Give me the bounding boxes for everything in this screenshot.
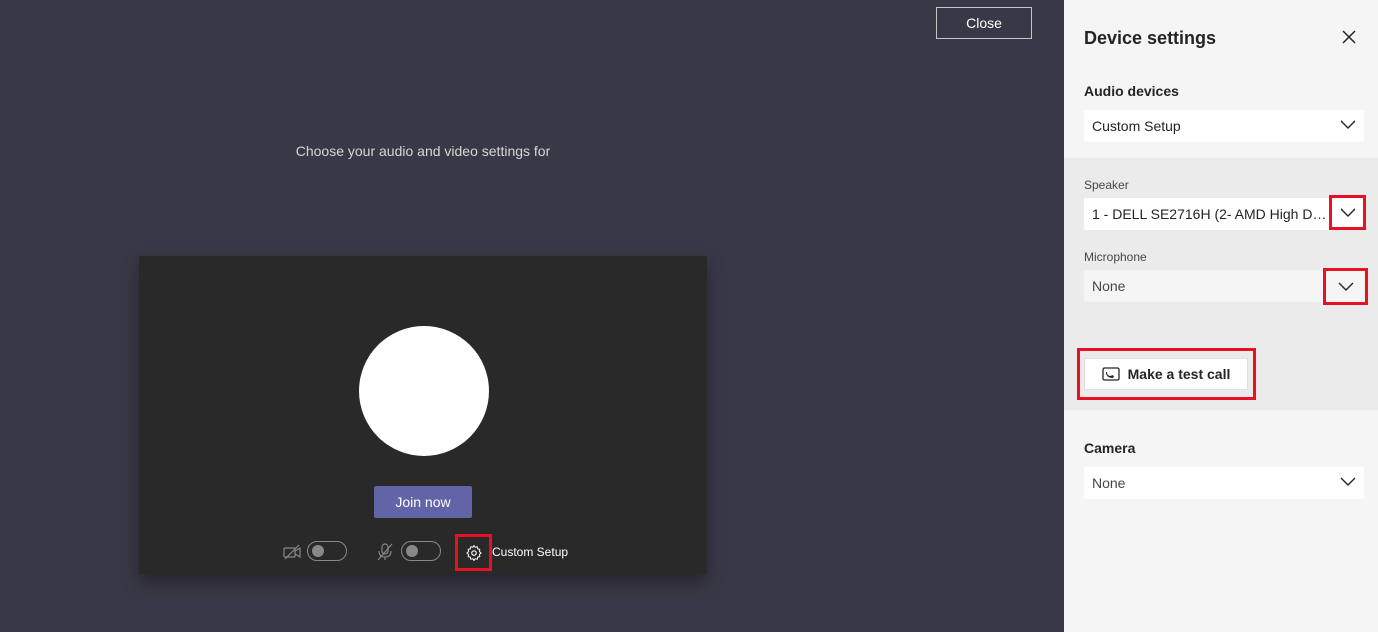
device-settings-button[interactable] — [455, 534, 492, 571]
microphone-value: None — [1092, 278, 1126, 294]
camera-value: None — [1092, 475, 1126, 491]
chevron-down-icon — [1340, 120, 1356, 129]
close-button[interactable]: Close — [936, 7, 1032, 39]
camera-dropdown[interactable]: None — [1084, 467, 1364, 499]
camera-off-icon — [283, 544, 301, 560]
panel-title: Device settings — [1084, 28, 1217, 48]
device-setup-label: Custom Setup — [492, 545, 569, 559]
camera-toggle[interactable] — [307, 541, 347, 561]
audio-devices-dropdown[interactable]: Custom Setup — [1084, 110, 1364, 142]
device-settings-panel: Device settings Audio devices Custom Set… — [1064, 0, 1378, 632]
audio-device-details: Speaker 1 - DELL SE2716H (2- AMD High De… — [1064, 158, 1378, 410]
video-preview: Join now Custom Setup — [139, 256, 707, 574]
avatar — [359, 326, 489, 456]
prejoin-controls: Custom Setup — [139, 534, 707, 571]
speaker-chevron-button[interactable] — [1329, 195, 1366, 230]
audio-devices-value: Custom Setup — [1092, 118, 1181, 134]
test-call-icon — [1101, 367, 1120, 381]
speaker-value: 1 - DELL SE2716H (2- AMD High Definition… — [1092, 206, 1332, 222]
settings-prompt: Choose your audio and video settings for — [295, 143, 551, 159]
make-test-call-label: Make a test call — [1127, 366, 1231, 382]
camera-label: Camera — [1084, 440, 1136, 456]
microphone-chevron-button[interactable] — [1323, 268, 1368, 305]
microphone-toggle[interactable] — [401, 541, 441, 561]
mic-off-icon — [377, 543, 393, 561]
chevron-down-icon — [1338, 282, 1353, 291]
join-now-button[interactable]: Join now — [374, 486, 472, 518]
close-icon[interactable] — [1340, 28, 1358, 46]
chevron-down-icon — [1340, 477, 1356, 486]
speaker-dropdown[interactable]: 1 - DELL SE2716H (2- AMD High Definition… — [1084, 198, 1364, 230]
gear-icon — [465, 544, 482, 561]
speaker-label: Speaker — [1084, 178, 1129, 192]
microphone-dropdown[interactable]: None — [1084, 270, 1364, 302]
make-test-call-button[interactable]: Make a test call — [1084, 358, 1248, 390]
chevron-down-icon — [1340, 208, 1355, 217]
microphone-label: Microphone — [1084, 250, 1147, 264]
audio-devices-label: Audio devices — [1084, 83, 1179, 99]
meeting-prejoin-stage: Close Choose your audio and video settin… — [0, 0, 1064, 632]
